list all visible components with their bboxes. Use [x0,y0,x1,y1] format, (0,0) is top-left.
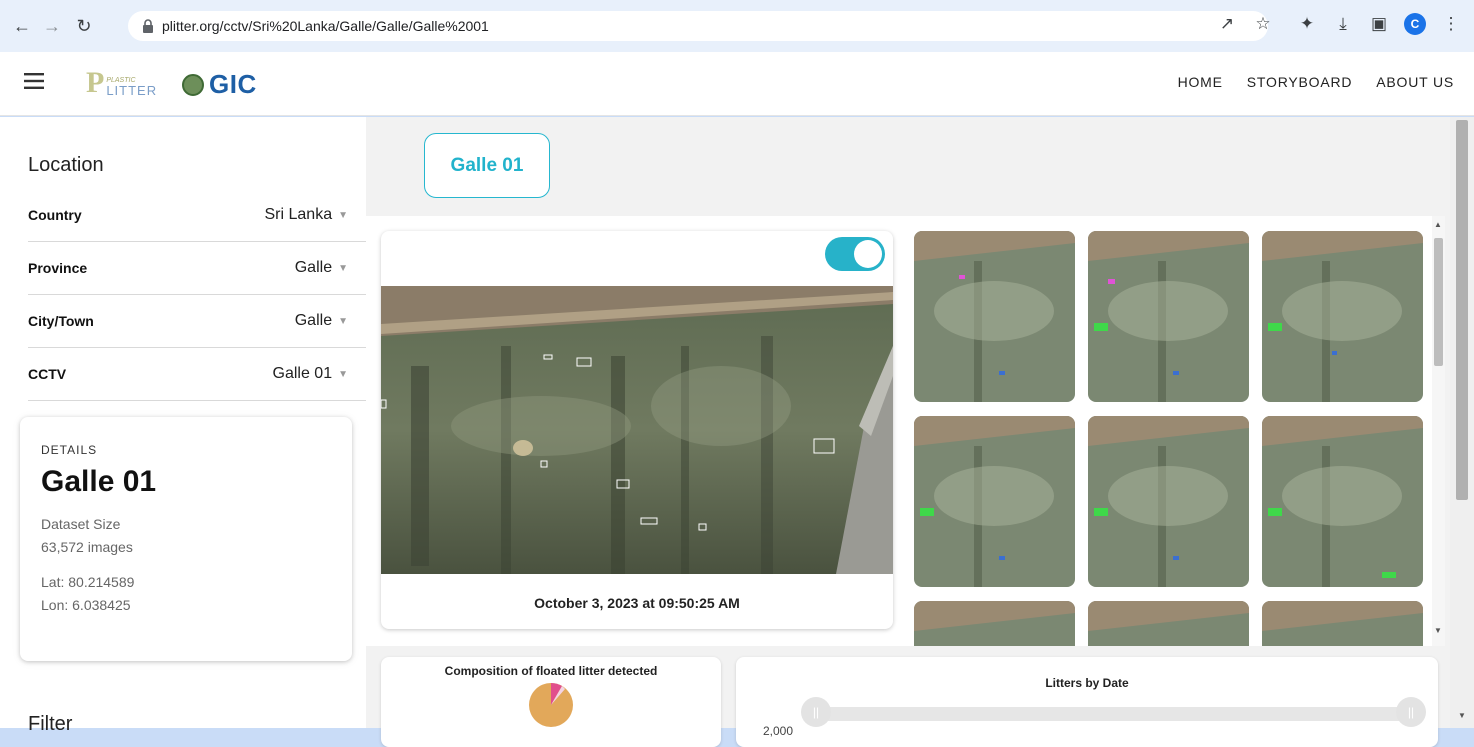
globe-icon [182,73,204,96]
province-select[interactable]: Province Galle ▼ [28,242,366,295]
city-value: Galle [294,312,333,329]
scroll-thumb[interactable] [1434,238,1443,366]
url-text: plitter.org/cctv/Sri%20Lanka/Galle/Galle… [162,18,489,34]
thumbnail[interactable] [1262,601,1423,646]
litters-by-date-title: Litters by Date [1045,676,1129,690]
thumbnail[interactable] [1088,601,1249,646]
browser-window: ← → ↻ plitter.org/cctv/Sri%20Lanka/Galle… [0,0,1474,747]
canal-photo [381,286,893,574]
back-arrow-icon[interactable]: ← [8,12,36,40]
caret-down-icon: ▼ [338,315,348,327]
camera-image[interactable] [381,286,893,574]
latitude: Lat: 80.214589 [41,574,135,590]
address-bar[interactable]: plitter.org/cctv/Sri%20Lanka/Galle/Galle… [128,11,1268,41]
city-label: City/Town [28,313,94,329]
plitter-logo[interactable]: P PLASTIC LITTER [86,68,157,98]
page-scrollbar[interactable]: ▼ [1450,117,1474,728]
caret-down-icon: ▼ [338,262,348,274]
detection-toggle[interactable] [825,237,885,271]
bookmark-star-icon[interactable]: ☆ [1252,13,1274,35]
reload-icon[interactable]: ↻ [70,12,98,40]
live-camera-card: October 3, 2023 at 09:50:25 AM [381,231,893,629]
page-scroll-down-icon[interactable]: ▼ [1458,711,1466,720]
thumbnail[interactable] [914,601,1075,646]
logo-wordmark: LITTER [106,83,158,98]
date-range-start-handle[interactable]: || [801,697,831,727]
browser-actions: ↗ ☆ ✦ ⤓ ▣ C ⋮ [1216,13,1462,35]
thumbnail[interactable] [1088,231,1249,402]
download-icon[interactable]: ⤓ [1332,13,1354,35]
main-content: Galle 01 October 3, 2023 at 09:50:25 AM … [366,117,1474,747]
province-value: Galle [294,259,333,276]
browser-toolbar: ← → ↻ plitter.org/cctv/Sri%20Lanka/Galle… [0,0,1474,52]
y-axis-tick: 2,000 [763,724,794,738]
country-select[interactable]: Country Sri Lanka ▼ [28,189,366,242]
thumbnail[interactable] [914,231,1075,402]
thumbnail[interactable] [1088,416,1249,587]
camera-chip[interactable]: Galle 01 [424,133,550,198]
details-title: Galle 01 [41,465,157,498]
sidebar: Location Country Sri Lanka ▼ Province Gal… [0,117,366,735]
composition-pie-chart[interactable] [529,683,573,727]
caret-down-icon: ▼ [338,209,348,221]
profile-avatar[interactable]: C [1404,13,1426,35]
caret-down-icon: ▼ [338,368,348,380]
top-navigation: HOME STORYBOARD ABOUT US [1178,74,1454,90]
camera-panel: October 3, 2023 at 09:50:25 AM ▲ ▼ [366,216,1445,646]
lock-icon [143,19,153,33]
page-scroll-thumb[interactable] [1456,120,1468,500]
gic-logo[interactable]: GIC [182,69,257,100]
details-card: DETAILS Galle 01 Dataset Size 63,572 ima… [20,417,352,661]
share-icon[interactable]: ↗ [1216,13,1238,35]
date-range-end-handle[interactable]: || [1396,697,1426,727]
thumbnail-scrollbar[interactable]: ▲ ▼ [1432,216,1445,646]
filter-title: Filter [28,713,73,735]
menu-icon[interactable] [24,73,44,89]
capture-timestamp: October 3, 2023 at 09:50:25 AM [534,595,740,611]
province-label: Province [28,260,88,276]
cctv-select[interactable]: CCTV Galle 01 ▼ [28,348,366,401]
cctv-label: CCTV [28,366,67,382]
thumbnail-grid [914,231,1424,646]
thumbnail[interactable] [1262,231,1423,402]
litters-by-date-card: Litters by Date || || 2,000 [736,657,1438,747]
dataset-size-value: 63,572 images [41,539,133,555]
dataset-size-label: Dataset Size [41,516,121,532]
thumbnail[interactable] [1262,416,1423,587]
gic-wordmark: GIC [209,69,257,99]
more-menu-icon[interactable]: ⋮ [1440,13,1462,35]
date-range-track[interactable] [818,707,1414,721]
cctv-value: Galle 01 [272,365,333,382]
city-select[interactable]: City/Town Galle ▼ [28,295,366,348]
extensions-puzzle-icon[interactable]: ✦ [1296,13,1318,35]
app-header: P PLASTIC LITTER GIC HOME STORYBOARD ABO… [0,52,1474,116]
country-value: Sri Lanka [264,206,333,223]
thumbnail[interactable] [914,416,1075,587]
longitude: Lon: 6.038425 [41,597,131,613]
location-title: Location [28,154,104,176]
forward-arrow-icon[interactable]: → [38,12,66,40]
details-overline: DETAILS [41,443,98,457]
scroll-down-icon[interactable]: ▼ [1434,626,1442,635]
country-label: Country [28,207,82,223]
composition-chart-title: Composition of floated litter detected [444,664,658,678]
toggle-knob [854,240,882,268]
scroll-up-icon[interactable]: ▲ [1434,220,1442,229]
nav-about-us[interactable]: ABOUT US [1376,74,1454,90]
nav-storyboard[interactable]: STORYBOARD [1247,74,1353,90]
side-panel-icon[interactable]: ▣ [1368,13,1390,35]
composition-chart-card: Composition of floated litter detected [381,657,721,747]
nav-home[interactable]: HOME [1178,74,1223,90]
